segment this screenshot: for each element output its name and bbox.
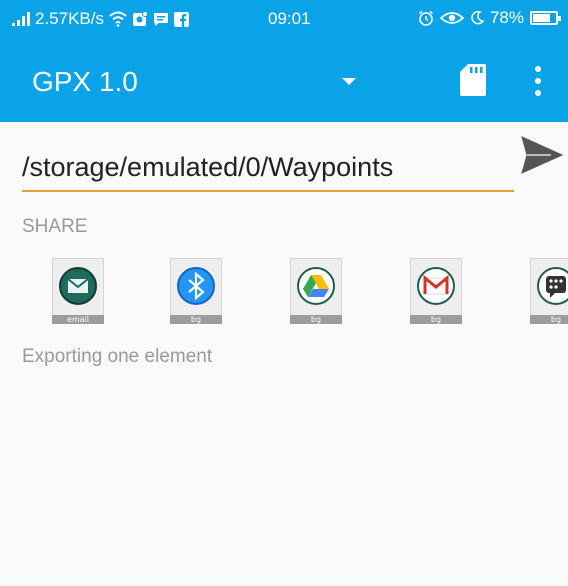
share-caption: bg bbox=[530, 315, 568, 324]
battery-percent: 78% bbox=[489, 8, 524, 27]
share-gmail-button[interactable]: bg bbox=[410, 258, 462, 326]
gmail-icon bbox=[417, 267, 455, 305]
blackberry-messenger-icon bbox=[537, 267, 568, 305]
status-bar: 2.57KB/s 09:01 78% bbox=[0, 0, 568, 36]
eye-comfort-icon bbox=[439, 11, 464, 25]
share-drive-button[interactable]: bg bbox=[290, 258, 342, 326]
share-caption: email bbox=[52, 315, 104, 324]
dropdown-arrow-icon[interactable] bbox=[342, 78, 356, 85]
share-caption: bg bbox=[410, 315, 462, 324]
sd-card-icon[interactable] bbox=[460, 64, 486, 96]
battery-level bbox=[533, 14, 551, 22]
email-icon bbox=[59, 267, 97, 305]
app-bar: GPX 1.0 bbox=[0, 36, 568, 122]
battery-icon bbox=[530, 11, 561, 25]
network-speed: 2.57KB/s bbox=[35, 9, 104, 28]
export-status-text: Exporting one element bbox=[22, 346, 213, 367]
status-time: 09:01 bbox=[268, 9, 311, 28]
status-right: 78% bbox=[418, 8, 561, 28]
send-button[interactable] bbox=[521, 136, 564, 174]
app-notification-icon bbox=[132, 11, 148, 27]
signal-icon bbox=[12, 12, 30, 26]
facebook-icon bbox=[174, 11, 189, 27]
message-icon bbox=[153, 12, 169, 27]
alarm-icon bbox=[418, 10, 434, 26]
share-label: SHARE bbox=[22, 216, 88, 237]
night-mode-icon bbox=[470, 11, 484, 25]
bluetooth-icon bbox=[177, 267, 215, 305]
status-left: 2.57KB/s bbox=[12, 9, 189, 29]
share-blackberry-button[interactable]: bg bbox=[530, 258, 568, 326]
path-input[interactable] bbox=[22, 150, 514, 192]
app-title[interactable]: GPX 1.0 bbox=[32, 66, 138, 98]
overflow-menu-icon[interactable] bbox=[534, 66, 542, 96]
share-email-button[interactable]: email bbox=[52, 258, 104, 326]
google-drive-icon bbox=[297, 267, 335, 305]
share-caption: bg bbox=[290, 315, 342, 324]
share-caption: bg bbox=[170, 315, 222, 324]
send-icon bbox=[521, 136, 564, 174]
share-bluetooth-button[interactable]: bg bbox=[170, 258, 222, 326]
wifi-icon bbox=[109, 11, 127, 27]
share-target-list: email bg bg bg bg bbox=[0, 258, 568, 328]
